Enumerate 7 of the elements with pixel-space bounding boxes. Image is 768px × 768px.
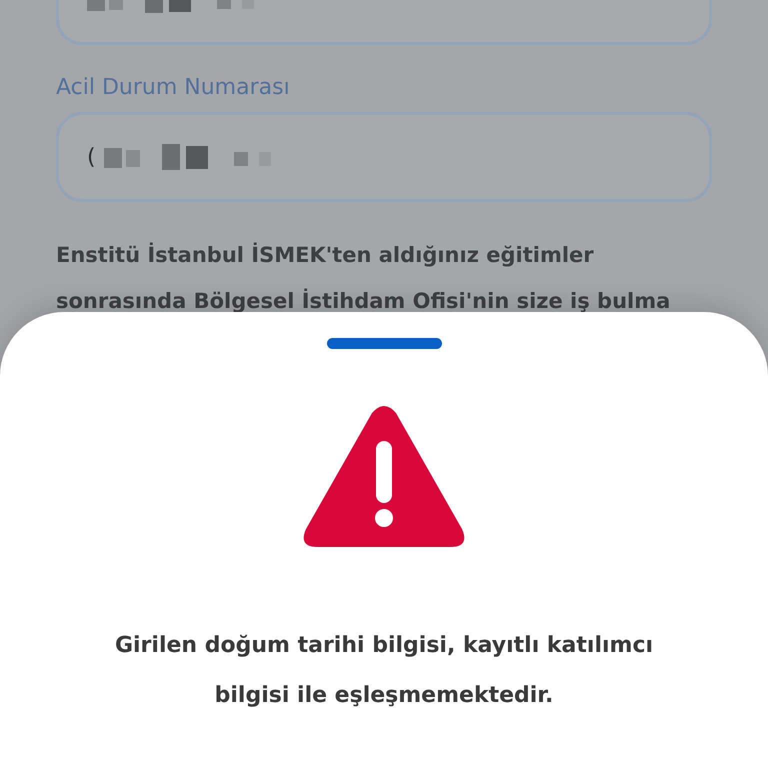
notice-text: Enstitü İstanbul İSMEK'ten aldığınız eğitimler sonrasında Bölgesel İstihdam Ofisi'nin size iş bulma: [56, 242, 672, 315]
field-label: Acil Durum Numarası: [56, 75, 291, 100]
input-field[interactable]: (: [56, 112, 712, 202]
error-message: Girilen doğum tarihi bilgisi, kayıtlı katılımcı bilgisi ile eşleşmemektedir.: [114, 632, 654, 710]
warning-icon: [302, 405, 466, 549]
field-value: (: [87, 144, 96, 170]
drag-handle[interactable]: [326, 338, 442, 349]
